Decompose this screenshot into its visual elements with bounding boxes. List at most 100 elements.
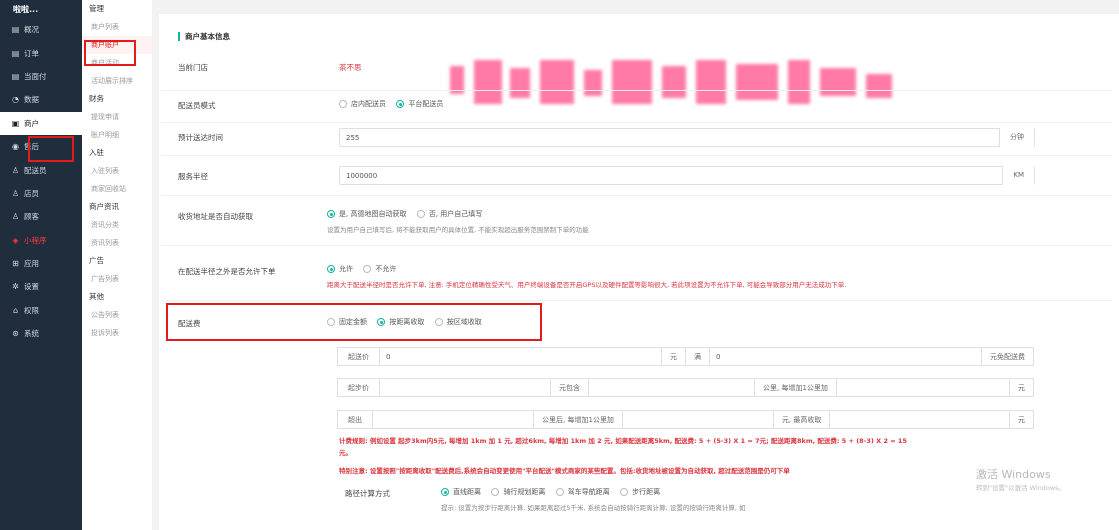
radio-disallow-order[interactable]: 不允许 — [363, 264, 396, 274]
radio-route-driving[interactable]: 驾车导航距离 — [555, 487, 610, 497]
nav-item-label: 订单 — [24, 48, 39, 58]
store-value: 茶不思 — [339, 63, 362, 72]
radius-input[interactable]: 1000000 KM — [339, 166, 1035, 185]
delivery-fee-mode-group: 固定金额 按距离收取 按区域收取 — [327, 317, 490, 328]
after-sale-icon: ◉ — [12, 142, 19, 152]
radius-label: 服务半径 — [178, 172, 208, 181]
divider — [162, 195, 1112, 196]
app-icon: ⊞ — [12, 259, 19, 269]
radio-dot — [396, 100, 405, 108]
nav-item-app[interactable]: ⊞ 应用 — [0, 252, 82, 275]
auto-address-group: 是, 高德地图自动获取 否, 用户自己填写 — [327, 209, 490, 220]
radio-route-walking[interactable]: 步行距离 — [620, 487, 660, 497]
pay-icon: ▤ — [11, 71, 20, 81]
nav-item-label: 小程序 — [24, 235, 47, 245]
max-fee-unit: 元 — [1009, 411, 1033, 428]
main-nav: ▤ 概况 ▤ 订单 ▤ 当面付 ◔ 数据 ▣ 商户 ◉ 售后 ♙ 配送员 ♙ 店员 ♙ 顾客 ◈ 小程序 ⊞ 应用 ✲ 设置 ⌂… — [0, 18, 82, 345]
nav-item-overview[interactable]: ▤ 概况 — [0, 18, 82, 41]
radio-fee-by-area[interactable]: 按区域收取 — [434, 317, 482, 327]
radio-fee-by-distance[interactable]: 按距离收取 — [377, 317, 424, 327]
nav-item-label: 设置 — [24, 282, 39, 292]
radio-fee-fixed[interactable]: 固定金额 — [327, 317, 367, 327]
base-includes-label: 元包含 — [550, 379, 589, 396]
radio-auto-address-yes[interactable]: 是, 高德地图自动获取 — [327, 209, 406, 219]
nav-item-label: 顾客 — [24, 212, 39, 222]
radio-dot — [339, 100, 347, 108]
route-calc-group: 直线距离 骑行规划距离 驾车导航距离 步行距离 — [441, 487, 668, 498]
customer-icon: ♙ — [11, 212, 20, 222]
auto-address-label: 收货地址是否自动获取 — [178, 212, 253, 221]
sub-nav-item[interactable]: 商户活动 — [82, 54, 152, 72]
nav-item-miniprogram[interactable]: ◈ 小程序 — [0, 229, 82, 252]
nav-item-label: 应用 — [24, 259, 39, 269]
fee-row-base-price: 起步价 元包含 公里, 每增加1公里加 元 — [337, 378, 1034, 397]
max-fee-label: 元, 最高收取 — [772, 411, 831, 428]
radio-dot — [434, 318, 443, 326]
nav-item-after-sale[interactable]: ◉ 售后 — [0, 135, 82, 158]
min-order-label: 起送价 — [338, 348, 380, 365]
windows-watermark-title: 激活 Windows — [976, 468, 1051, 481]
nav-item-label: 概况 — [24, 25, 39, 35]
radio-route-straight[interactable]: 直线距离 — [441, 487, 481, 497]
divider — [162, 245, 1112, 246]
over-label: 超出 — [338, 411, 373, 428]
nav-item-label: 当面付 — [24, 71, 47, 81]
system-icon: ⊛ — [12, 329, 19, 339]
nav-item-settings[interactable]: ✲ 设置 — [0, 275, 82, 298]
free-threshold-input[interactable]: 0 — [710, 353, 980, 361]
sub-nav-item[interactable]: 商户列表 — [82, 18, 152, 36]
fee-rule-line2: 元。 — [339, 449, 352, 457]
sub-nav-item[interactable]: 广告列表 — [82, 270, 152, 288]
nav-item-order[interactable]: ▤ 订单 — [0, 41, 82, 64]
sub-nav-item[interactable]: 提现申请 — [82, 108, 152, 126]
nav-item-label: 权限 — [24, 305, 39, 315]
divider — [162, 155, 1112, 156]
sub-nav-group: 广告 — [89, 256, 104, 265]
nav-item-permission[interactable]: ⌂ 权限 — [0, 299, 82, 322]
windows-watermark-subtitle: 转到"设置"以激活 Windows。 — [976, 484, 1066, 492]
fee-row-min-order: 起送价 0 元 满 0 元免配送费 — [337, 347, 1034, 366]
nav-item-data[interactable]: ◔ 数据 — [0, 88, 82, 111]
order-icon: ▤ — [11, 48, 20, 58]
radio-in-store-courier[interactable]: 店内配送员 — [339, 99, 386, 109]
sub-nav-item[interactable]: 资讯分类 — [82, 216, 152, 234]
left-sidebar: 啦啦... ▤ 概况 ▤ 订单 ▤ 当面付 ◔ 数据 ▣ 商户 ◉ 售后 ♙ 配送员 ♙ 店员 ♙ 顾客 ◈ 小程序 ⊞… — [0, 0, 82, 530]
overview-icon: ▤ — [11, 25, 20, 35]
sub-nav-item[interactable]: 投诉列表 — [82, 324, 152, 342]
settings-icon: ✲ — [12, 282, 19, 292]
sub-nav-item[interactable]: 账户明细 — [82, 126, 152, 144]
brand-logo: 啦啦... — [13, 5, 39, 14]
nav-item-customer[interactable]: ♙ 顾客 — [0, 205, 82, 228]
min-order-unit: 元 — [661, 348, 686, 365]
data-icon: ◔ — [12, 95, 19, 105]
courier-mode-group: 店内配送员 平台配送员 — [339, 99, 451, 110]
courier-mode-label: 配送员模式 — [178, 101, 216, 110]
sub-nav-item[interactable]: 商家回收站 — [82, 180, 152, 198]
radio-auto-address-no[interactable]: 否, 用户自己填写 — [416, 209, 482, 219]
radio-route-cycling[interactable]: 骑行规划距离 — [491, 487, 545, 497]
sub-nav-group: 其他 — [89, 292, 104, 301]
sub-nav-item[interactable]: 入驻列表 — [82, 162, 152, 180]
nav-item-label: 配送员 — [24, 165, 47, 175]
sub-nav-item[interactable]: 资讯列表 — [82, 234, 152, 252]
clerk-icon: ♙ — [11, 188, 20, 198]
free-delivery-label: 元免配送费 — [981, 348, 1033, 365]
nav-item-label: 数据 — [24, 95, 39, 105]
nav-item-courier[interactable]: ♙ 配送员 — [0, 158, 82, 181]
sub-nav-group: 财务 — [89, 94, 104, 103]
courier-icon: ♙ — [11, 165, 20, 175]
sub-nav-item[interactable]: 活动展示排序 — [82, 72, 152, 90]
nav-item-clerk[interactable]: ♙ 店员 — [0, 182, 82, 205]
fee-rule-line1: 计费规则: 例如设置 起步3km内5元, 每增加 1km 加 1 元, 超过6k… — [339, 437, 907, 445]
delivery-time-input[interactable]: 255 分钟 — [339, 128, 1035, 147]
nav-item-system[interactable]: ⊛ 系统 — [0, 322, 82, 345]
nav-item-merchant[interactable]: ▣ 商户 — [0, 111, 82, 135]
radio-platform-courier[interactable]: 平台配送员 — [396, 99, 443, 109]
radio-allow-order[interactable]: 允许 — [327, 264, 353, 274]
sub-nav: 管理 商户列表 商户账户 商户活动 活动展示排序 财务 提现申请 账户明细 入驻 入驻列表 商家回收… — [82, 0, 152, 530]
min-order-input[interactable]: 0 — [380, 353, 660, 361]
sub-nav-item[interactable]: 商户账户 — [82, 36, 152, 54]
sub-nav-item[interactable]: 公告列表 — [82, 306, 152, 324]
auto-address-hint: 设置为用户自己填写后, 将不能获取用户的具体位置, 不能实现超出服务范围禁制下单… — [327, 226, 589, 234]
nav-item-pay[interactable]: ▤ 当面付 — [0, 65, 82, 88]
